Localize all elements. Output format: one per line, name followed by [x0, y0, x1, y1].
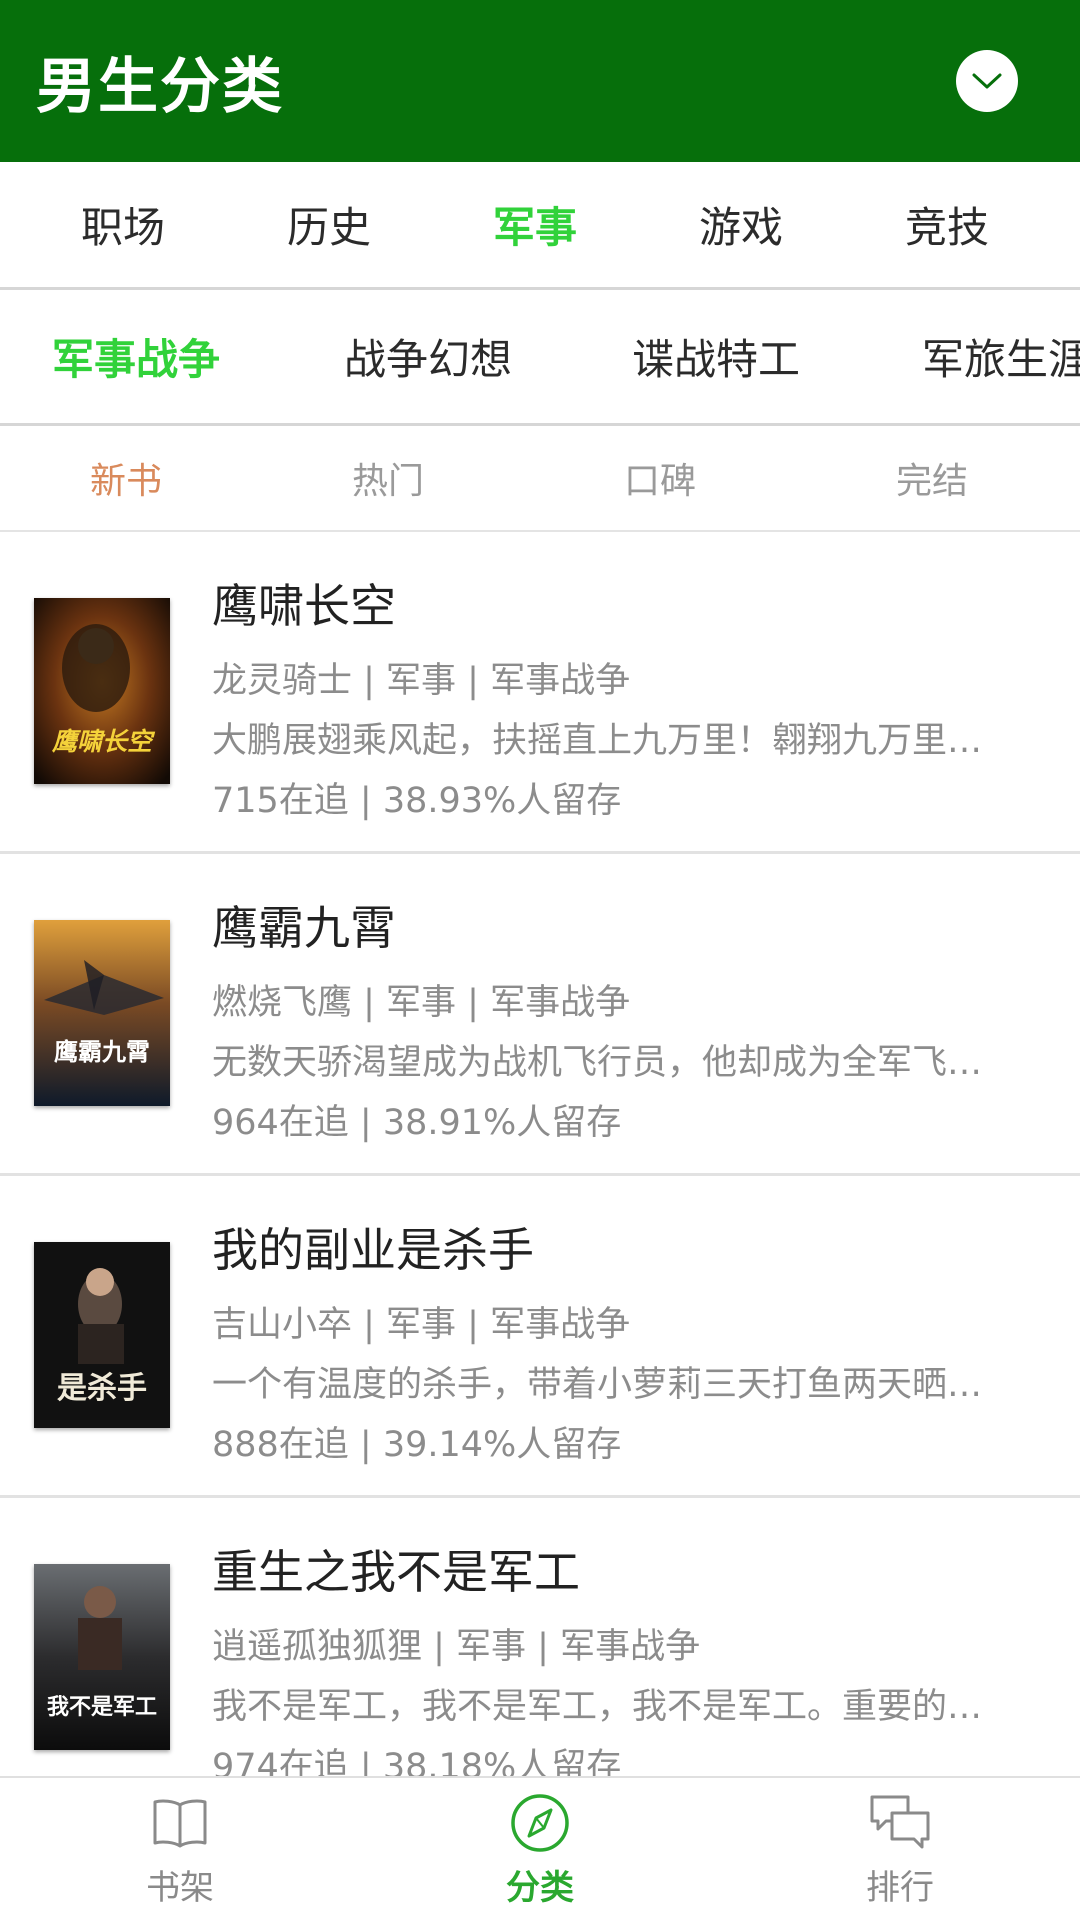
book-cover[interactable]: 鹰啸长空	[34, 598, 170, 784]
book-meta: 逍遥孤独狐狸 | 军事 | 军事战争	[212, 1627, 701, 1667]
book-title[interactable]: 鹰霸九霄	[212, 892, 396, 958]
svg-text:我不是军工: 我不是军工	[47, 1694, 157, 1720]
book-description: 我不是军工，我不是军工，我不是军工。重要的…	[212, 1687, 983, 1727]
sort-tabs: 新书 热门 口碑 完结	[0, 426, 1080, 532]
compass-icon	[507, 1790, 573, 1856]
subcategory-tabs: 军事战争 战争幻想 谍战特工 军旅生涯	[0, 290, 1080, 426]
list-item[interactable]: 鹰霸九霄 鹰霸九霄 燃烧飞鹰 | 军事 | 军事战争 无数天骄渴望成为战机飞行员…	[0, 854, 1080, 1176]
tab-category-sports[interactable]: 竞技	[844, 194, 1050, 255]
book-title[interactable]: 重生之我不是军工	[212, 1536, 580, 1602]
book-list: 鹰啸长空 鹰啸长空 龙灵骑士 | 军事 | 军事战争 大鹏展翅乘风起，扶摇直上九…	[0, 532, 1080, 1776]
book-stats: 888在追 | 39.14%人留存	[212, 1425, 622, 1465]
nav-ranking[interactable]: 排行	[750, 1790, 1050, 1909]
sort-finished[interactable]: 完结	[796, 452, 1068, 504]
svg-text:鹰啸长空: 鹰啸长空	[51, 727, 156, 756]
tab-category-military[interactable]: 军事	[432, 194, 638, 255]
app-header: 男生分类	[0, 0, 1080, 162]
book-cover[interactable]: 我不是军工	[34, 1564, 170, 1750]
book-description: 一个有温度的杀手，带着小萝莉三天打鱼两天晒…	[212, 1365, 983, 1405]
bottom-nav: 书架 分类 排行	[0, 1776, 1080, 1920]
book-cover[interactable]: 是杀手	[34, 1242, 170, 1428]
nav-label: 排行	[866, 1867, 934, 1908]
book-description: 无数天骄渴望成为战机飞行员，他却成为全军飞…	[212, 1043, 983, 1083]
tab-category-games[interactable]: 游戏	[638, 194, 844, 255]
book-cover[interactable]: 鹰霸九霄	[34, 920, 170, 1106]
list-item[interactable]: 我不是军工 重生之我不是军工 逍遥孤独狐狸 | 军事 | 军事战争 我不是军工，…	[0, 1498, 1080, 1776]
tab-sub-military-life[interactable]: 军旅生涯	[922, 326, 1080, 387]
chat-bubbles-icon	[867, 1790, 933, 1856]
sort-hot[interactable]: 热门	[252, 452, 524, 504]
svg-text:是杀手: 是杀手	[57, 1371, 147, 1406]
tab-sub-spy[interactable]: 谍战特工	[632, 326, 800, 387]
book-meta: 燃烧飞鹰 | 军事 | 军事战争	[212, 983, 631, 1023]
list-item[interactable]: 是杀手 我的副业是杀手 吉山小卒 | 军事 | 军事战争 一个有温度的杀手，带着…	[0, 1176, 1080, 1498]
book-title[interactable]: 我的副业是杀手	[212, 1214, 534, 1280]
book-title[interactable]: 鹰啸长空	[212, 570, 396, 636]
nav-bookshelf[interactable]: 书架	[30, 1790, 330, 1909]
tab-category-workplace[interactable]: 职场	[20, 194, 226, 255]
book-description: 大鹏展翅乘风起，扶摇直上九万里！翱翔九万里…	[212, 721, 983, 761]
page-title: 男生分类	[36, 51, 284, 122]
nav-label: 书架	[146, 1867, 214, 1908]
category-tabs: 职场 历史 军事 游戏 竞技	[0, 162, 1080, 290]
chevron-down-icon[interactable]	[956, 50, 1018, 112]
book-meta: 龙灵骑士 | 军事 | 军事战争	[212, 661, 631, 701]
nav-category[interactable]: 分类	[390, 1790, 690, 1909]
svg-text:鹰霸九霄: 鹰霸九霄	[54, 1037, 150, 1066]
sort-reputation[interactable]: 口碑	[524, 452, 796, 504]
tab-sub-military-war[interactable]: 军事战争	[52, 326, 220, 387]
book-stats: 974在追 | 38.18%人留存	[212, 1747, 622, 1776]
tab-sub-war-fantasy[interactable]: 战争幻想	[344, 326, 512, 387]
sort-new[interactable]: 新书	[0, 452, 252, 504]
nav-label: 分类	[506, 1867, 574, 1908]
tab-category-history[interactable]: 历史	[226, 194, 432, 255]
book-icon	[147, 1790, 213, 1856]
book-stats: 715在追 | 38.93%人留存	[212, 781, 622, 821]
book-stats: 964在追 | 38.91%人留存	[212, 1103, 622, 1143]
book-meta: 吉山小卒 | 军事 | 军事战争	[212, 1305, 631, 1345]
list-item[interactable]: 鹰啸长空 鹰啸长空 龙灵骑士 | 军事 | 军事战争 大鹏展翅乘风起，扶摇直上九…	[0, 532, 1080, 854]
